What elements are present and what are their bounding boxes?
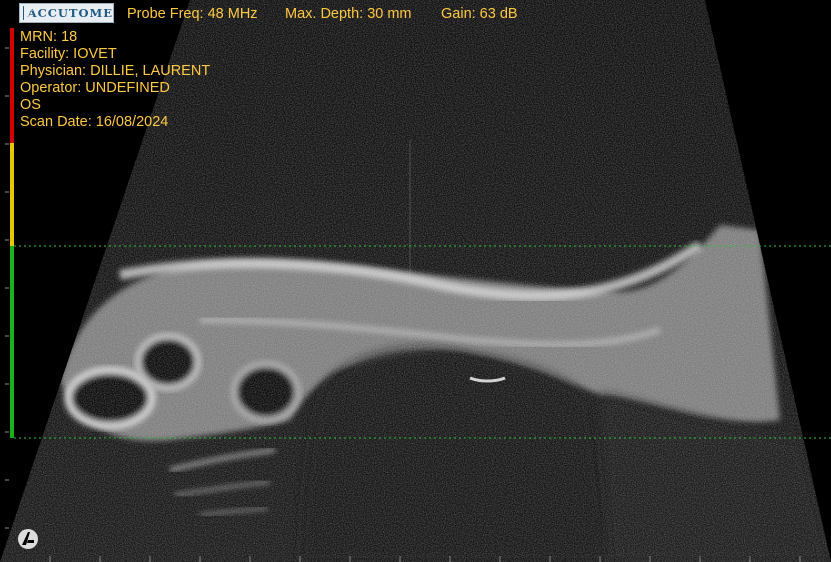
scan-date: Scan Date: 16/08/2024 (20, 114, 169, 130)
gain-bar-green (10, 246, 14, 438)
facility: Facility: IOVET (20, 46, 117, 62)
eye-side: OS (20, 97, 41, 113)
max-depth: Max. Depth: 30 mm (285, 6, 412, 22)
accutome-a-icon (18, 529, 38, 549)
operator: Operator: UNDEFINED (20, 80, 170, 96)
physician: Physician: DILLIE, LAURENT (20, 63, 211, 79)
patient-info: MRN: 18 Facility: IOVET Physician: DILLI… (20, 29, 210, 131)
accutome-logo-icon (23, 6, 31, 20)
gain-bar-yellow (10, 143, 14, 246)
logo-text: ACCUTOME (27, 6, 113, 20)
gain-bar-red (10, 28, 14, 143)
depth-scale (5, 47, 9, 529)
gain: Gain: 63 dB (441, 6, 518, 22)
mrn: MRN: 18 (20, 29, 78, 45)
probe-frequency: Probe Freq: 48 MHz (127, 6, 258, 22)
accutome-logo: ACCUTOME (19, 3, 114, 23)
